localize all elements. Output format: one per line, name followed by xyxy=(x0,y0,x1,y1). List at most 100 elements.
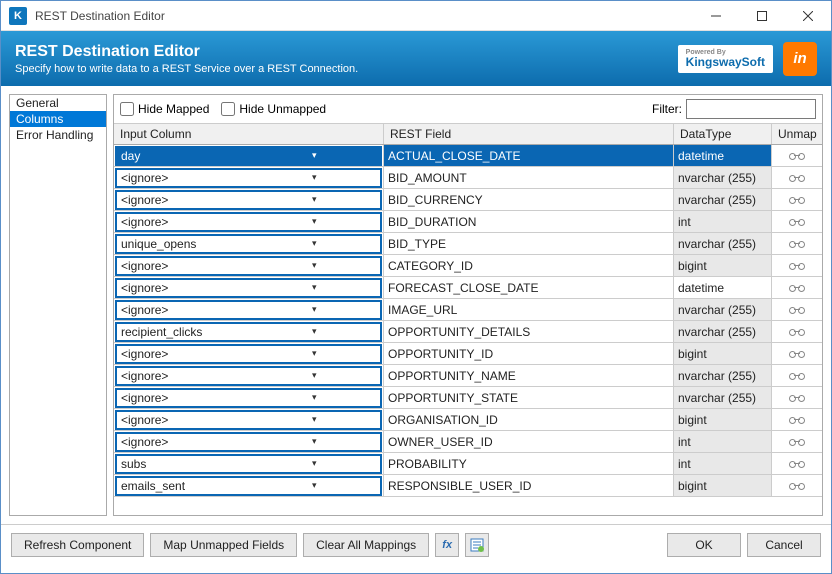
table-row[interactable]: <ignore>▾OPPORTUNITY_NAMEnvarchar (255) xyxy=(114,365,822,387)
input-column-dropdown[interactable]: <ignore>▾ xyxy=(115,256,382,276)
hide-mapped-input[interactable] xyxy=(120,102,134,116)
unmap-button[interactable] xyxy=(772,255,822,277)
unmap-button[interactable] xyxy=(772,453,822,475)
rest-field-cell: CATEGORY_ID xyxy=(384,255,674,277)
unmap-icon xyxy=(789,216,805,228)
chevron-down-icon: ▾ xyxy=(249,216,381,227)
unmap-button[interactable] xyxy=(772,211,822,233)
table-row[interactable]: subs▾PROBABILITYint xyxy=(114,453,822,475)
table-row[interactable]: <ignore>▾OWNER_USER_IDint xyxy=(114,431,822,453)
input-column-dropdown[interactable]: <ignore>▾ xyxy=(115,388,382,408)
input-column-dropdown[interactable]: <ignore>▾ xyxy=(115,344,382,364)
unmap-button[interactable] xyxy=(772,343,822,365)
clear-all-mappings-button[interactable]: Clear All Mappings xyxy=(303,533,429,557)
unmap-button[interactable] xyxy=(772,409,822,431)
header-data-type[interactable]: DataType xyxy=(674,124,772,144)
input-column-dropdown[interactable]: <ignore>▾ xyxy=(115,212,382,232)
chevron-down-icon: ▾ xyxy=(249,348,381,359)
chevron-down-icon: ▾ xyxy=(249,304,381,315)
input-column-dropdown[interactable]: <ignore>▾ xyxy=(115,278,382,298)
input-column-dropdown[interactable]: <ignore>▾ xyxy=(115,410,382,430)
table-row[interactable]: unique_opens▾BID_TYPEnvarchar (255) xyxy=(114,233,822,255)
page-subtitle: Specify how to write data to a REST Serv… xyxy=(15,63,358,75)
columns-panel: Hide Mapped Hide Unmapped Filter: Input … xyxy=(113,94,823,516)
input-column-dropdown[interactable]: emails_sent▾ xyxy=(115,476,382,496)
hide-unmapped-input[interactable] xyxy=(221,102,235,116)
script-editor-button[interactable] xyxy=(465,533,489,557)
data-type-cell: nvarchar (255) xyxy=(674,167,772,189)
table-row[interactable]: <ignore>▾FORECAST_CLOSE_DATEdatetime xyxy=(114,277,822,299)
table-row[interactable]: <ignore>▾ORGANISATION_IDbigint xyxy=(114,409,822,431)
unmap-button[interactable] xyxy=(772,299,822,321)
table-row[interactable]: emails_sent▾RESPONSIBLE_USER_IDbigint xyxy=(114,475,822,497)
chevron-down-icon: ▾ xyxy=(249,326,381,337)
unmap-button[interactable] xyxy=(772,431,822,453)
hide-mapped-checkbox[interactable]: Hide Mapped xyxy=(120,102,209,116)
input-column-dropdown[interactable]: subs▾ xyxy=(115,454,382,474)
rest-field-cell: BID_CURRENCY xyxy=(384,189,674,211)
input-column-dropdown[interactable]: <ignore>▾ xyxy=(115,168,382,188)
chevron-down-icon: ▾ xyxy=(249,480,381,491)
input-column-dropdown[interactable]: <ignore>▾ xyxy=(115,366,382,386)
footer-bar: Refresh Component Map Unmapped Fields Cl… xyxy=(1,524,831,564)
table-row[interactable]: <ignore>▾IMAGE_URLnvarchar (255) xyxy=(114,299,822,321)
rest-field-cell: PROBABILITY xyxy=(384,453,674,475)
input-column-dropdown[interactable]: unique_opens▾ xyxy=(115,234,382,254)
sidebar-item-columns[interactable]: Columns xyxy=(10,111,106,127)
nav-sidebar: GeneralColumnsError Handling xyxy=(9,94,107,516)
unmap-button[interactable] xyxy=(772,321,822,343)
unmap-icon xyxy=(789,392,805,404)
data-type-cell: int xyxy=(674,453,772,475)
window-title: REST Destination Editor xyxy=(35,9,693,23)
unmap-button[interactable] xyxy=(772,365,822,387)
table-row[interactable]: <ignore>▾OPPORTUNITY_STATEnvarchar (255) xyxy=(114,387,822,409)
unmap-button[interactable] xyxy=(772,387,822,409)
unmap-icon xyxy=(789,414,805,426)
expression-editor-button[interactable]: fx xyxy=(435,533,459,557)
table-row[interactable]: <ignore>▾OPPORTUNITY_IDbigint xyxy=(114,343,822,365)
unmap-icon xyxy=(789,326,805,338)
table-row[interactable]: <ignore>▾BID_AMOUNTnvarchar (255) xyxy=(114,167,822,189)
chevron-down-icon: ▾ xyxy=(249,282,381,293)
filter-label: Filter: xyxy=(652,102,682,116)
input-column-dropdown[interactable]: day▾ xyxy=(115,146,382,166)
unmap-icon xyxy=(789,370,805,382)
unmap-button[interactable] xyxy=(772,277,822,299)
close-button[interactable] xyxy=(785,1,831,31)
rest-field-cell: RESPONSIBLE_USER_ID xyxy=(384,475,674,497)
unmap-button[interactable] xyxy=(772,233,822,255)
data-type-cell: int xyxy=(674,431,772,453)
table-row[interactable]: recipient_clicks▾OPPORTUNITY_DETAILSnvar… xyxy=(114,321,822,343)
chevron-down-icon: ▾ xyxy=(249,260,381,271)
input-column-dropdown[interactable]: <ignore>▾ xyxy=(115,300,382,320)
minimize-button[interactable] xyxy=(693,1,739,31)
hide-unmapped-checkbox[interactable]: Hide Unmapped xyxy=(221,102,326,116)
input-column-dropdown[interactable]: <ignore>▾ xyxy=(115,432,382,452)
header-input-column[interactable]: Input Column xyxy=(114,124,384,144)
map-unmapped-fields-button[interactable]: Map Unmapped Fields xyxy=(150,533,297,557)
sidebar-item-error-handling[interactable]: Error Handling xyxy=(10,127,106,143)
unmap-button[interactable] xyxy=(772,189,822,211)
data-type-cell: nvarchar (255) xyxy=(674,189,772,211)
input-column-dropdown[interactable]: <ignore>▾ xyxy=(115,190,382,210)
unmap-icon xyxy=(789,480,805,492)
unmap-button[interactable] xyxy=(772,167,822,189)
cancel-button[interactable]: Cancel xyxy=(747,533,821,557)
table-row[interactable]: <ignore>▾CATEGORY_IDbigint xyxy=(114,255,822,277)
maximize-button[interactable] xyxy=(739,1,785,31)
table-row[interactable]: day▾ACTUAL_CLOSE_DATEdatetime xyxy=(114,145,822,167)
chevron-down-icon: ▾ xyxy=(249,370,381,381)
unmap-button[interactable] xyxy=(772,145,822,167)
filter-input[interactable] xyxy=(686,99,816,119)
header-rest-field[interactable]: REST Field xyxy=(384,124,674,144)
table-row[interactable]: <ignore>▾BID_CURRENCYnvarchar (255) xyxy=(114,189,822,211)
table-row[interactable]: <ignore>▾BID_DURATIONint xyxy=(114,211,822,233)
sidebar-item-general[interactable]: General xyxy=(10,95,106,111)
data-type-cell: datetime xyxy=(674,277,772,299)
unmap-button[interactable] xyxy=(772,475,822,497)
page-title: REST Destination Editor xyxy=(15,43,358,61)
refresh-component-button[interactable]: Refresh Component xyxy=(11,533,144,557)
header-unmap[interactable]: Unmap xyxy=(772,124,822,144)
input-column-dropdown[interactable]: recipient_clicks▾ xyxy=(115,322,382,342)
ok-button[interactable]: OK xyxy=(667,533,741,557)
